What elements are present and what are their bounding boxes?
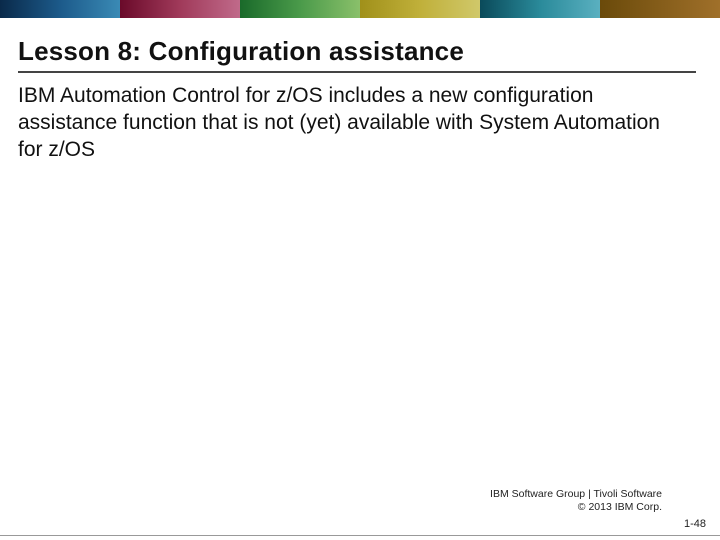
slide-footer: IBM Software Group | Tivoli Software © 2… (490, 488, 706, 530)
banner-segment (360, 0, 480, 18)
banner-segment (240, 0, 360, 18)
banner-segment (480, 0, 600, 18)
bottom-divider (0, 535, 720, 536)
banner-segment (600, 0, 720, 18)
page-number: 1-48 (490, 518, 706, 530)
decorative-banner (0, 0, 720, 18)
footer-org: IBM Software Group | Tivoli Software (490, 488, 662, 500)
banner-segment (0, 0, 120, 18)
banner-segment (120, 0, 240, 18)
footer-copyright: © 2013 IBM Corp. (578, 501, 662, 513)
slide-title: Lesson 8: Configuration assistance (18, 36, 696, 73)
slide-content: Lesson 8: Configuration assistance IBM A… (0, 18, 720, 164)
slide-body-text: IBM Automation Control for z/OS includes… (18, 83, 678, 164)
